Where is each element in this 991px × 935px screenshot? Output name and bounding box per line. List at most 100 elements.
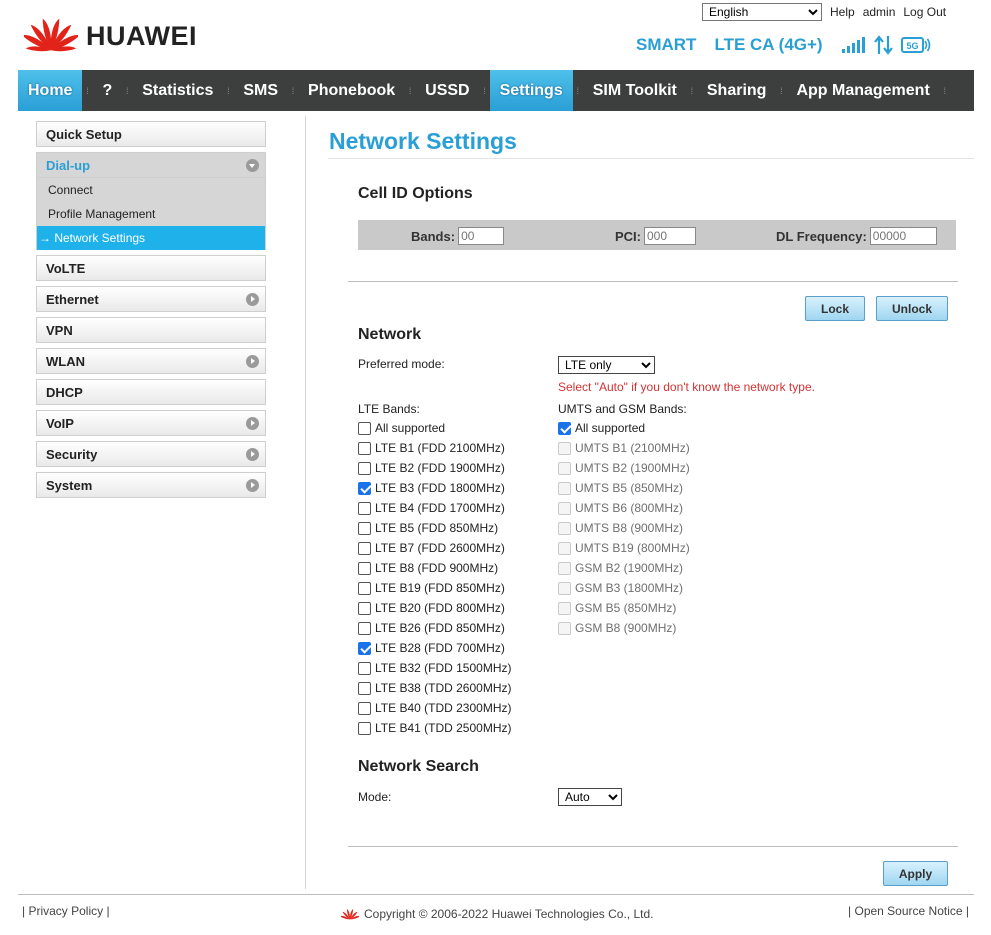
apply-button[interactable]: Apply (883, 861, 948, 886)
help-link[interactable]: Help (830, 5, 855, 19)
umts-gsm-band-checkbox-label: UMTS B6 (800MHz) (575, 501, 684, 515)
huawei-logo-icon (341, 909, 359, 920)
status-bar: SMART LTE CA (4G+) 5G (636, 35, 931, 55)
lte-band-checkbox-row[interactable]: LTE B4 (FDD 1700MHz) (358, 498, 511, 518)
lte-band-checkbox-row[interactable]: All supported (358, 418, 511, 438)
lte-band-checkbox-row[interactable]: LTE B41 (TDD 2500MHz) (358, 718, 511, 738)
preferred-mode-select[interactable]: LTE only (558, 356, 655, 374)
nav-separator: ⁞ (227, 85, 230, 96)
nav-statistics[interactable]: Statistics (132, 70, 223, 111)
umts-gsm-band-checkbox-row: UMTS B1 (2100MHz) (558, 438, 690, 458)
lte-band-checkbox[interactable] (358, 441, 371, 455)
nav-home[interactable]: Home (18, 70, 83, 111)
user-link[interactable]: admin (863, 5, 896, 19)
lte-band-checkbox-row[interactable]: LTE B32 (FDD 1500MHz) (358, 658, 511, 678)
sidebar-item-quick-setup[interactable]: Quick Setup (36, 121, 266, 147)
search-mode-select[interactable]: Auto (558, 788, 622, 806)
lte-band-checkbox[interactable] (358, 461, 371, 475)
umts-gsm-band-checkbox-row: UMTS B2 (1900MHz) (558, 458, 690, 478)
lte-band-checkbox-row[interactable]: LTE B1 (FDD 2100MHz) (358, 438, 511, 458)
lte-band-checkbox[interactable] (358, 701, 371, 715)
umts-gsm-band-checkbox (558, 481, 571, 495)
umts-gsm-band-checkbox-row[interactable]: All supported (558, 418, 690, 438)
footer-divider (18, 894, 974, 895)
sidebar-subitem-profile-management[interactable]: Profile Management (37, 202, 265, 226)
lte-band-checkbox[interactable] (358, 641, 371, 655)
umts-gsm-band-checkbox-row: GSM B3 (1800MHz) (558, 578, 690, 598)
lock-button[interactable]: Lock (805, 296, 865, 321)
lte-band-checkbox-row[interactable]: LTE B40 (TDD 2300MHz) (358, 698, 511, 718)
lte-band-checkbox-row[interactable]: LTE B7 (FDD 2600MHz) (358, 538, 511, 558)
language-select[interactable]: English (702, 3, 822, 21)
open-source-notice-link[interactable]: | Open Source Notice | (848, 904, 969, 918)
lte-band-checkbox[interactable] (358, 481, 371, 495)
umts-gsm-band-checkbox (558, 461, 571, 475)
network-search-heading: Network Search (358, 758, 479, 775)
pci-input[interactable] (644, 227, 696, 245)
dl-frequency-input[interactable] (869, 227, 937, 245)
unlock-button[interactable]: Unlock (876, 296, 948, 321)
lte-band-checkbox[interactable] (358, 421, 371, 435)
lte-band-checkbox[interactable] (358, 541, 371, 555)
lte-band-checkbox-row[interactable]: LTE B28 (FDD 700MHz) (358, 638, 511, 658)
chevron-right-icon (246, 292, 259, 306)
sidebar-item-volte[interactable]: VoLTE (36, 255, 266, 281)
sidebar-subitem-network-settings[interactable]: → Network Settings (37, 226, 265, 250)
sidebar-item-security[interactable]: Security (36, 441, 266, 467)
sidebar-item-system[interactable]: System (36, 472, 266, 498)
lte-band-checkbox-row[interactable]: LTE B38 (TDD 2600MHz) (358, 678, 511, 698)
sidebar-item-wlan[interactable]: WLAN (36, 348, 266, 374)
lte-band-checkbox-row[interactable]: LTE B5 (FDD 850MHz) (358, 518, 511, 538)
page-title: Network Settings (329, 128, 517, 154)
nav-help[interactable]: ? (92, 70, 122, 111)
lte-band-checkbox-row[interactable]: LTE B2 (FDD 1900MHz) (358, 458, 511, 478)
sidebar-item-dhcp[interactable]: DHCP (36, 379, 266, 405)
nav-sim-toolkit[interactable]: SIM Toolkit (583, 70, 687, 111)
nav-settings[interactable]: Settings (489, 70, 573, 111)
section-divider (348, 846, 958, 847)
cell-id-bar: Bands: PCI: DL Frequency: (358, 220, 956, 250)
lte-band-checkbox[interactable] (358, 581, 371, 595)
copyright-text: Copyright © 2006-2022 Huawei Technologie… (364, 907, 654, 921)
main-nav: Home ⁞ ? ⁞ Statistics ⁞ SMS ⁞ Phonebook … (18, 70, 974, 111)
open-source-notice-label: Open Source Notice (854, 904, 963, 918)
lte-band-checkbox-row[interactable]: LTE B19 (FDD 850MHz) (358, 578, 511, 598)
sidebar-item-ethernet[interactable]: Ethernet (36, 286, 266, 312)
nav-app-management[interactable]: App Management (786, 70, 939, 111)
sidebar-item-voip[interactable]: VoIP (36, 410, 266, 436)
sidebar-item-label: DHCP (46, 384, 83, 400)
lte-band-checkbox[interactable] (358, 721, 371, 735)
umts-gsm-band-checkbox-label: UMTS B8 (900MHz) (575, 521, 684, 535)
sidebar-item-label: Ethernet (46, 291, 99, 307)
lte-band-checkbox-row[interactable]: LTE B3 (FDD 1800MHz) (358, 478, 511, 498)
lte-band-checkbox[interactable] (358, 621, 371, 635)
lte-band-checkbox[interactable] (358, 681, 371, 695)
lte-band-checkbox-label: LTE B40 (TDD 2300MHz) (375, 701, 512, 715)
lte-band-checkbox[interactable] (358, 521, 371, 535)
umts-gsm-band-checkbox (558, 561, 571, 575)
lte-band-checkbox-row[interactable]: LTE B20 (FDD 800MHz) (358, 598, 511, 618)
lte-band-checkbox-label: LTE B41 (TDD 2500MHz) (375, 721, 512, 735)
bands-input[interactable] (458, 227, 505, 245)
sidebar-item-vpn[interactable]: VPN (36, 317, 266, 343)
privacy-policy-link[interactable]: | Privacy Policy | (22, 904, 110, 918)
lte-bands-list: All supported LTE B1 (FDD 2100MHz) LTE B2 … (358, 418, 511, 738)
logout-link[interactable]: Log Out (903, 5, 946, 19)
lte-band-checkbox[interactable] (358, 601, 371, 615)
lte-band-checkbox-row[interactable]: LTE B8 (FDD 900MHz) (358, 558, 511, 578)
lte-band-checkbox-row[interactable]: LTE B26 (FDD 850MHz) (358, 618, 511, 638)
nav-sharing[interactable]: Sharing (697, 70, 777, 111)
sidebar-subitem-connect[interactable]: Connect (37, 178, 265, 202)
nav-sms[interactable]: SMS (233, 70, 288, 111)
chevron-right-icon (246, 354, 259, 368)
umts-gsm-band-checkbox-label: UMTS B19 (800MHz) (575, 541, 690, 555)
nav-phonebook[interactable]: Phonebook (298, 70, 405, 111)
umts-gsm-band-checkbox[interactable] (558, 421, 571, 435)
nav-ussd[interactable]: USSD (415, 70, 479, 111)
lte-band-checkbox[interactable] (358, 561, 371, 575)
lte-band-checkbox[interactable] (358, 501, 371, 515)
lte-band-checkbox[interactable] (358, 661, 371, 675)
nav-separator: ⁞ (408, 85, 412, 96)
nav-separator: ⁞ (483, 85, 486, 96)
sidebar-item-dialup[interactable]: Dial-up (36, 152, 266, 178)
